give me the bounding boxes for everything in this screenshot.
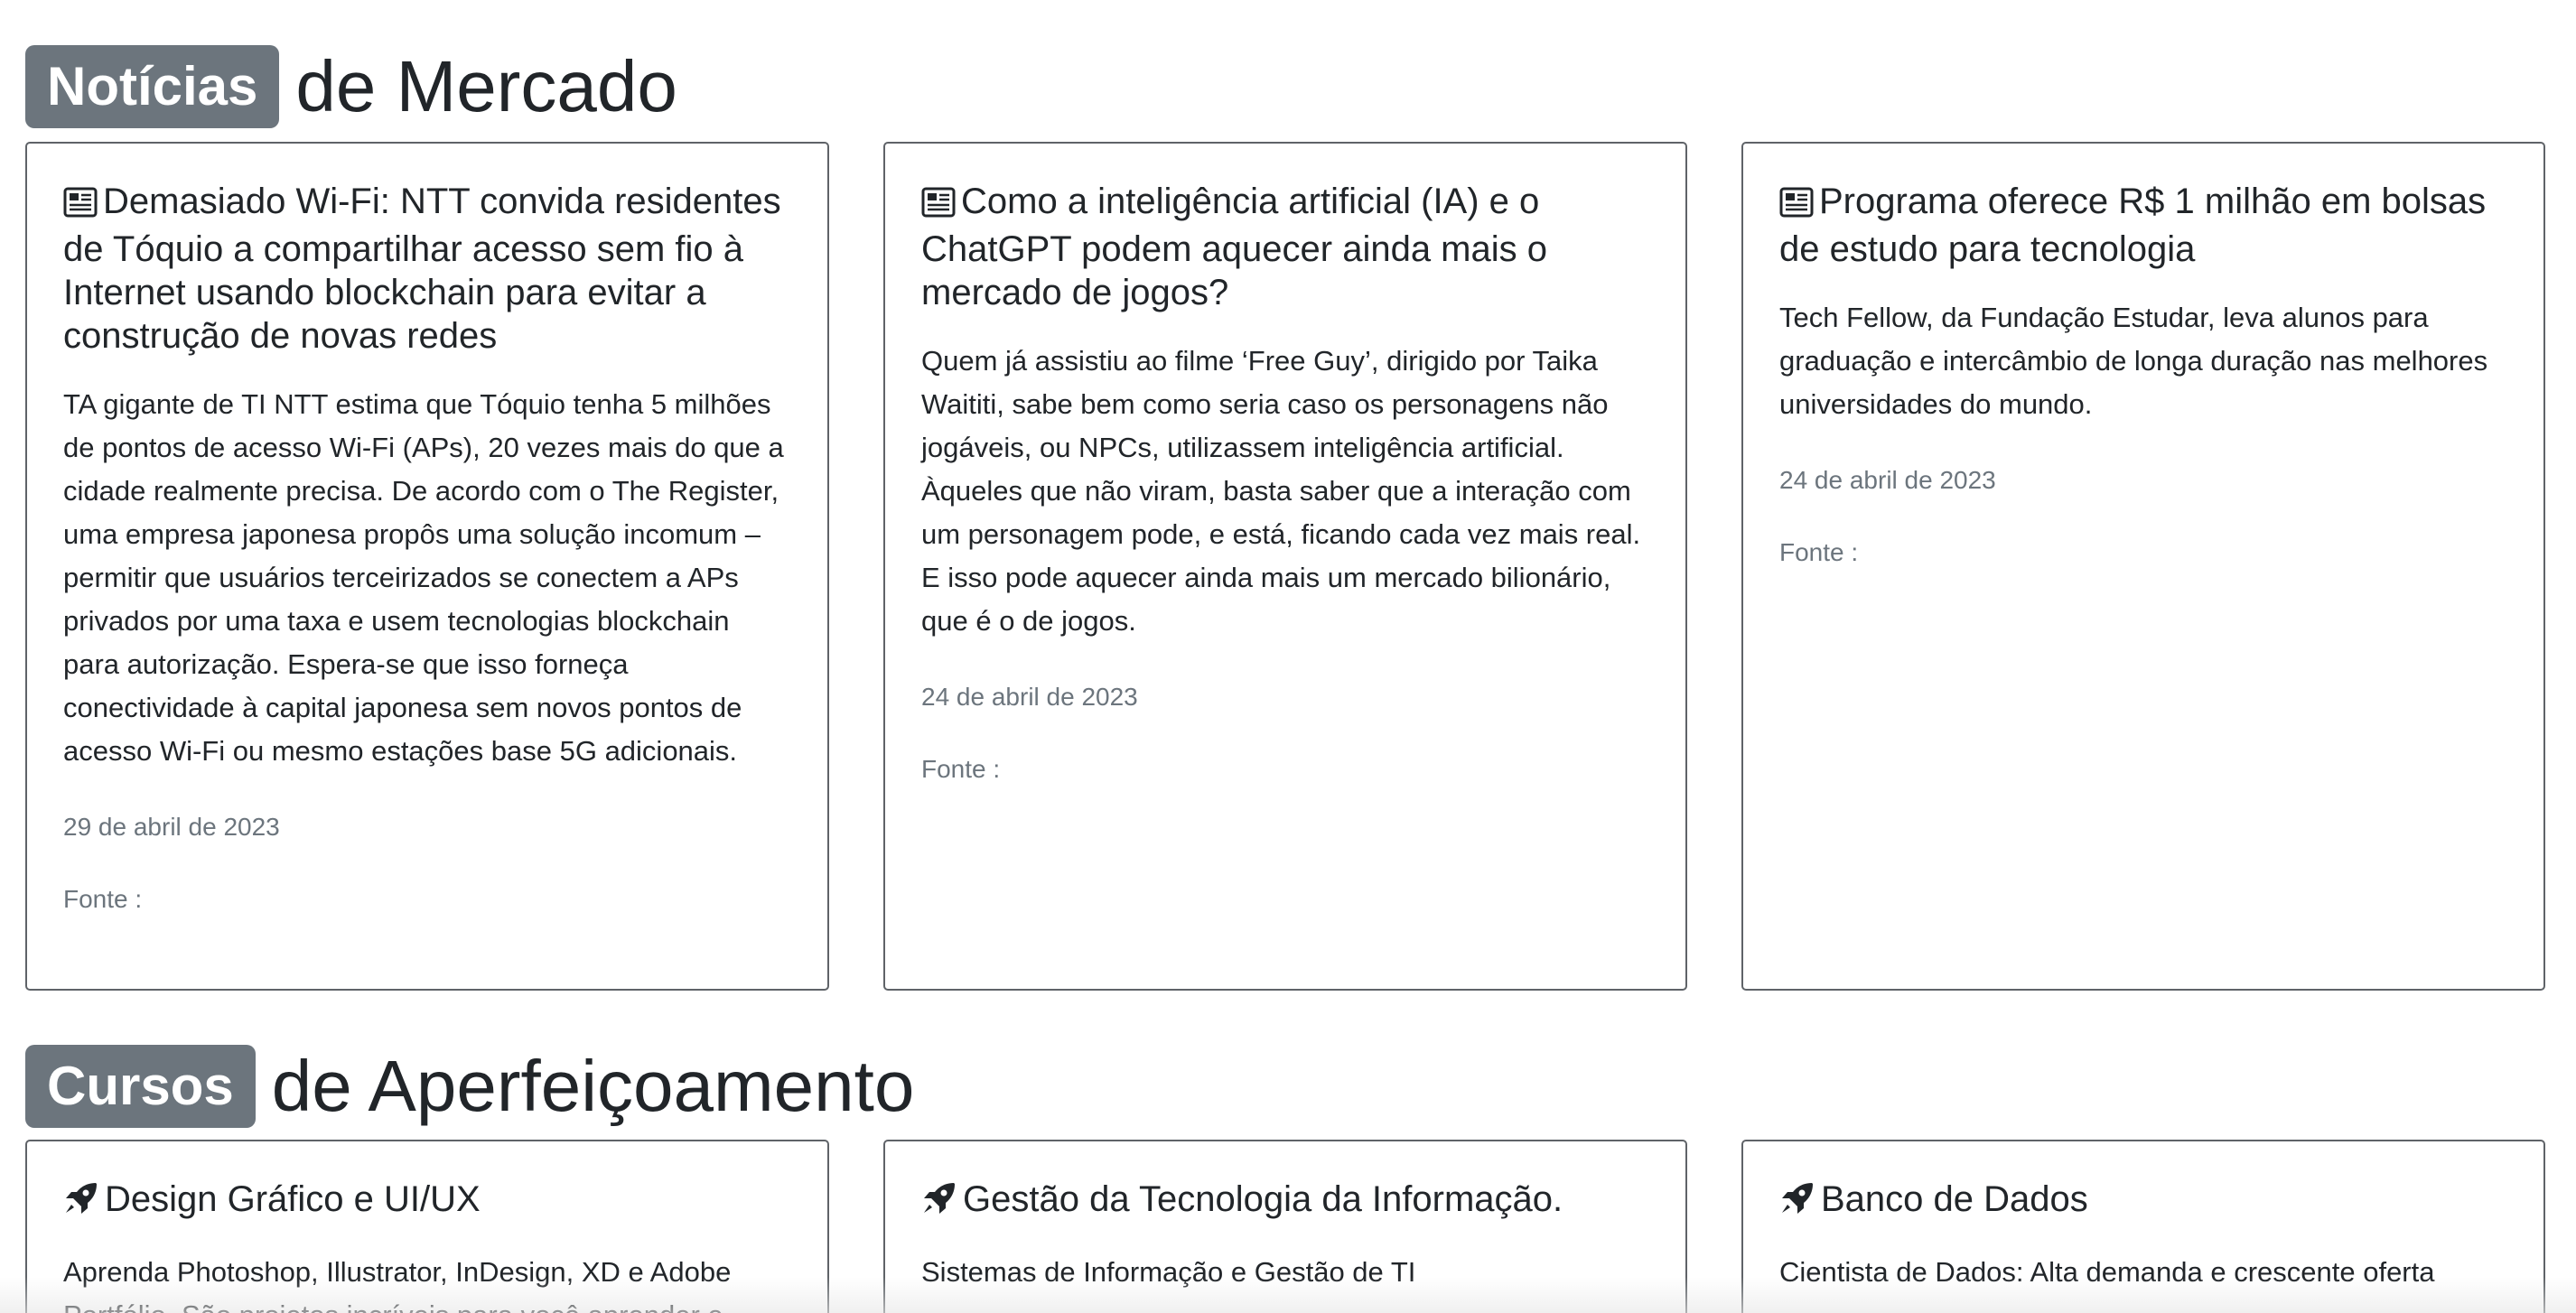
news-card-source: Fonte : [921,755,1001,783]
course-card: Design Gráfico e UI/UX Aprenda Photoshop… [25,1140,829,1313]
news-card-source: Fonte : [63,885,143,913]
news-section-heading: Notícias de Mercado [25,45,677,128]
news-badge: Notícias [25,45,280,128]
news-card-text: Quem já assistiu ao filme ‘Free Guy’, di… [921,345,1641,637]
news-card-title-text: Programa oferece R$ 1 milhão em bolsas d… [1779,182,2487,269]
courses-badge: Cursos [25,1045,256,1128]
courses-heading-text: de Aperfeiçoamento [271,1046,915,1126]
newspaper-icon [921,184,956,228]
news-cards-row: Demasiado Wi-Fi: NTT convida residentes … [25,142,2545,991]
news-card-title-text: Como a inteligência artificial (IA) e o … [921,182,1547,312]
courses-section-heading: Cursos de Aperfeiçoamento [25,1045,914,1128]
news-card-date: 24 de abril de 2023 [1779,466,1996,494]
course-card-title-text: Gestão da Tecnologia da Informação. [963,1179,1563,1219]
course-card: Banco de Dados Cientista de Dados: Alta … [1741,1140,2545,1313]
news-card-date: 24 de abril de 2023 [921,683,1138,711]
page: Notícias de Mercado Demasiado Wi-Fi: NTT… [0,0,2576,1313]
news-card-text: Tech Fellow, da Fundação Estudar, leva a… [1779,302,2488,420]
rocket-icon [63,1181,99,1225]
course-card: Gestão da Tecnologia da Informação. Sist… [883,1140,1687,1313]
course-card-title: Banco de Dados [1779,1178,2507,1225]
news-card-title-text: Demasiado Wi-Fi: NTT convida residentes … [63,182,781,356]
rocket-icon [921,1181,957,1225]
newspaper-icon [1779,184,1814,228]
news-card-source: Fonte : [1779,538,1859,566]
rocket-icon [1779,1181,1815,1225]
news-card-title: Demasiado Wi-Fi: NTT convida residentes … [63,180,791,358]
course-card-text: Aprenda Photoshop, Illustrator, InDesign… [63,1256,732,1313]
course-card-title: Gestão da Tecnologia da Informação. [921,1178,1649,1225]
course-card-title-text: Banco de Dados [1821,1179,2088,1219]
news-card-title: Programa oferece R$ 1 milhão em bolsas d… [1779,180,2507,271]
news-card: Programa oferece R$ 1 milhão em bolsas d… [1741,142,2545,991]
news-card-date: 29 de abril de 2023 [63,813,280,841]
courses-cards-row: Design Gráfico e UI/UX Aprenda Photoshop… [25,1140,2545,1313]
course-card-title: Design Gráfico e UI/UX [63,1178,791,1225]
newspaper-icon [63,184,98,228]
news-card: Como a inteligência artificial (IA) e o … [883,142,1687,991]
news-heading-text: de Mercado [295,46,677,126]
course-card-text: Sistemas de Informação e Gestão de TI [921,1256,1416,1288]
news-card: Demasiado Wi-Fi: NTT convida residentes … [25,142,829,991]
course-card-text: Cientista de Dados: Alta demanda e cresc… [1779,1256,2435,1288]
news-card-title: Como a inteligência artificial (IA) e o … [921,180,1649,314]
course-card-title-text: Design Gráfico e UI/UX [105,1179,481,1219]
news-card-text: TA gigante de TI NTT estima que Tóquio t… [63,388,784,767]
